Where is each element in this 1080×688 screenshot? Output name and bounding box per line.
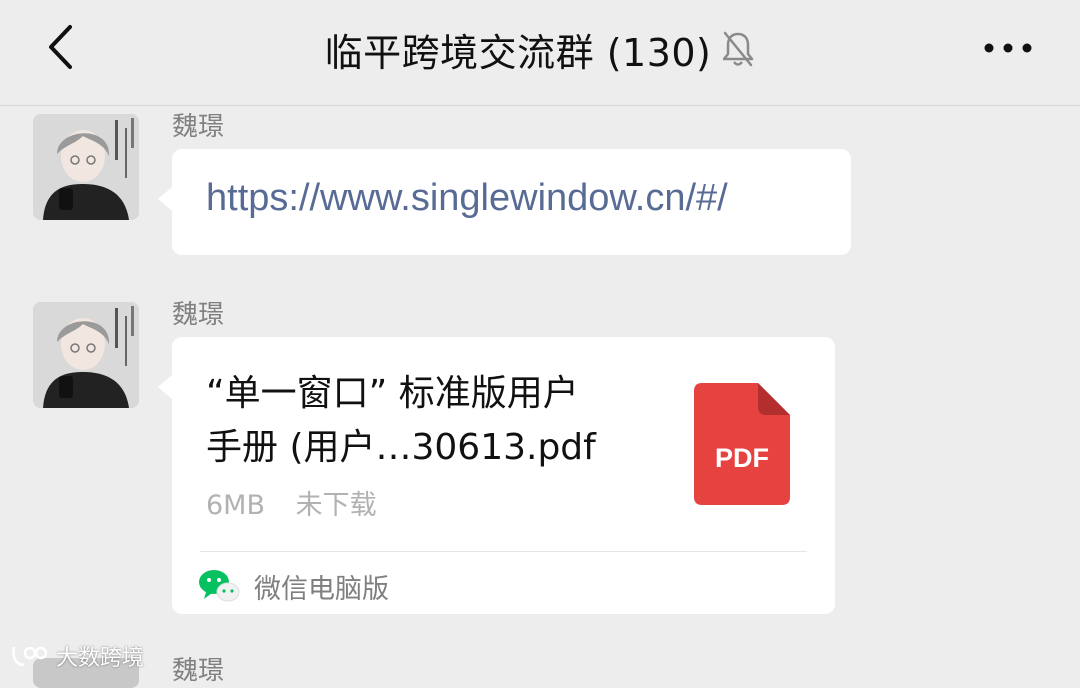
sender-name: 魏璟 [172,656,225,686]
file-name-line: “单一窗口” 标准版用户 [206,373,579,414]
message-item: 魏璟 https://www.singlewindow.cn/#/ [0,106,1080,266]
file-meta: 6MB 未下载 [206,483,399,522]
pdf-icon-label: PDF [715,443,769,473]
message-item: 魏璟 “单一窗口” 标准版用户 手册 (用户…30613.pdf 6MB 未下载… [0,294,1080,624]
chat-header: 临平跨境交流群 (130) [0,0,1080,106]
sender-name: 魏璟 [172,300,225,330]
file-name-line: 手册 (用户…30613.pdf [206,427,596,468]
more-dots-icon [984,43,1032,53]
file-status: 未下载 [295,490,377,521]
source-label: 微信电脑版 [254,573,389,605]
avatar[interactable] [33,114,139,220]
source-info: 微信电脑版 [198,563,389,609]
pdf-file-icon: PDF [694,383,790,505]
watermark-logo-icon [10,643,50,669]
link-bubble[interactable]: https://www.singlewindow.cn/#/ [158,149,851,255]
chat-title: 临平跨境交流群 (130) [324,30,712,75]
file-bubble[interactable]: “单一窗口” 标准版用户 手册 (用户…30613.pdf 6MB 未下载 PD… [158,337,835,614]
file-name: “单一窗口” 标准版用户 手册 (用户…30613.pdf [206,367,676,475]
file-size: 6MB [206,490,265,521]
message-item: 魏璟 [0,648,1080,688]
message-link[interactable]: https://www.singlewindow.cn/#/ [206,177,728,220]
sender-name: 魏璟 [172,112,225,142]
chat-title-area: 临平跨境交流群 (130) [0,22,1080,76]
bell-off-icon [721,30,755,68]
watermark: 大数跨境 [10,637,144,675]
avatar[interactable] [33,302,139,408]
more-button[interactable] [978,30,1038,66]
wechat-icon [198,568,240,604]
divider [200,551,807,552]
watermark-text: 大数跨境 [56,646,145,671]
